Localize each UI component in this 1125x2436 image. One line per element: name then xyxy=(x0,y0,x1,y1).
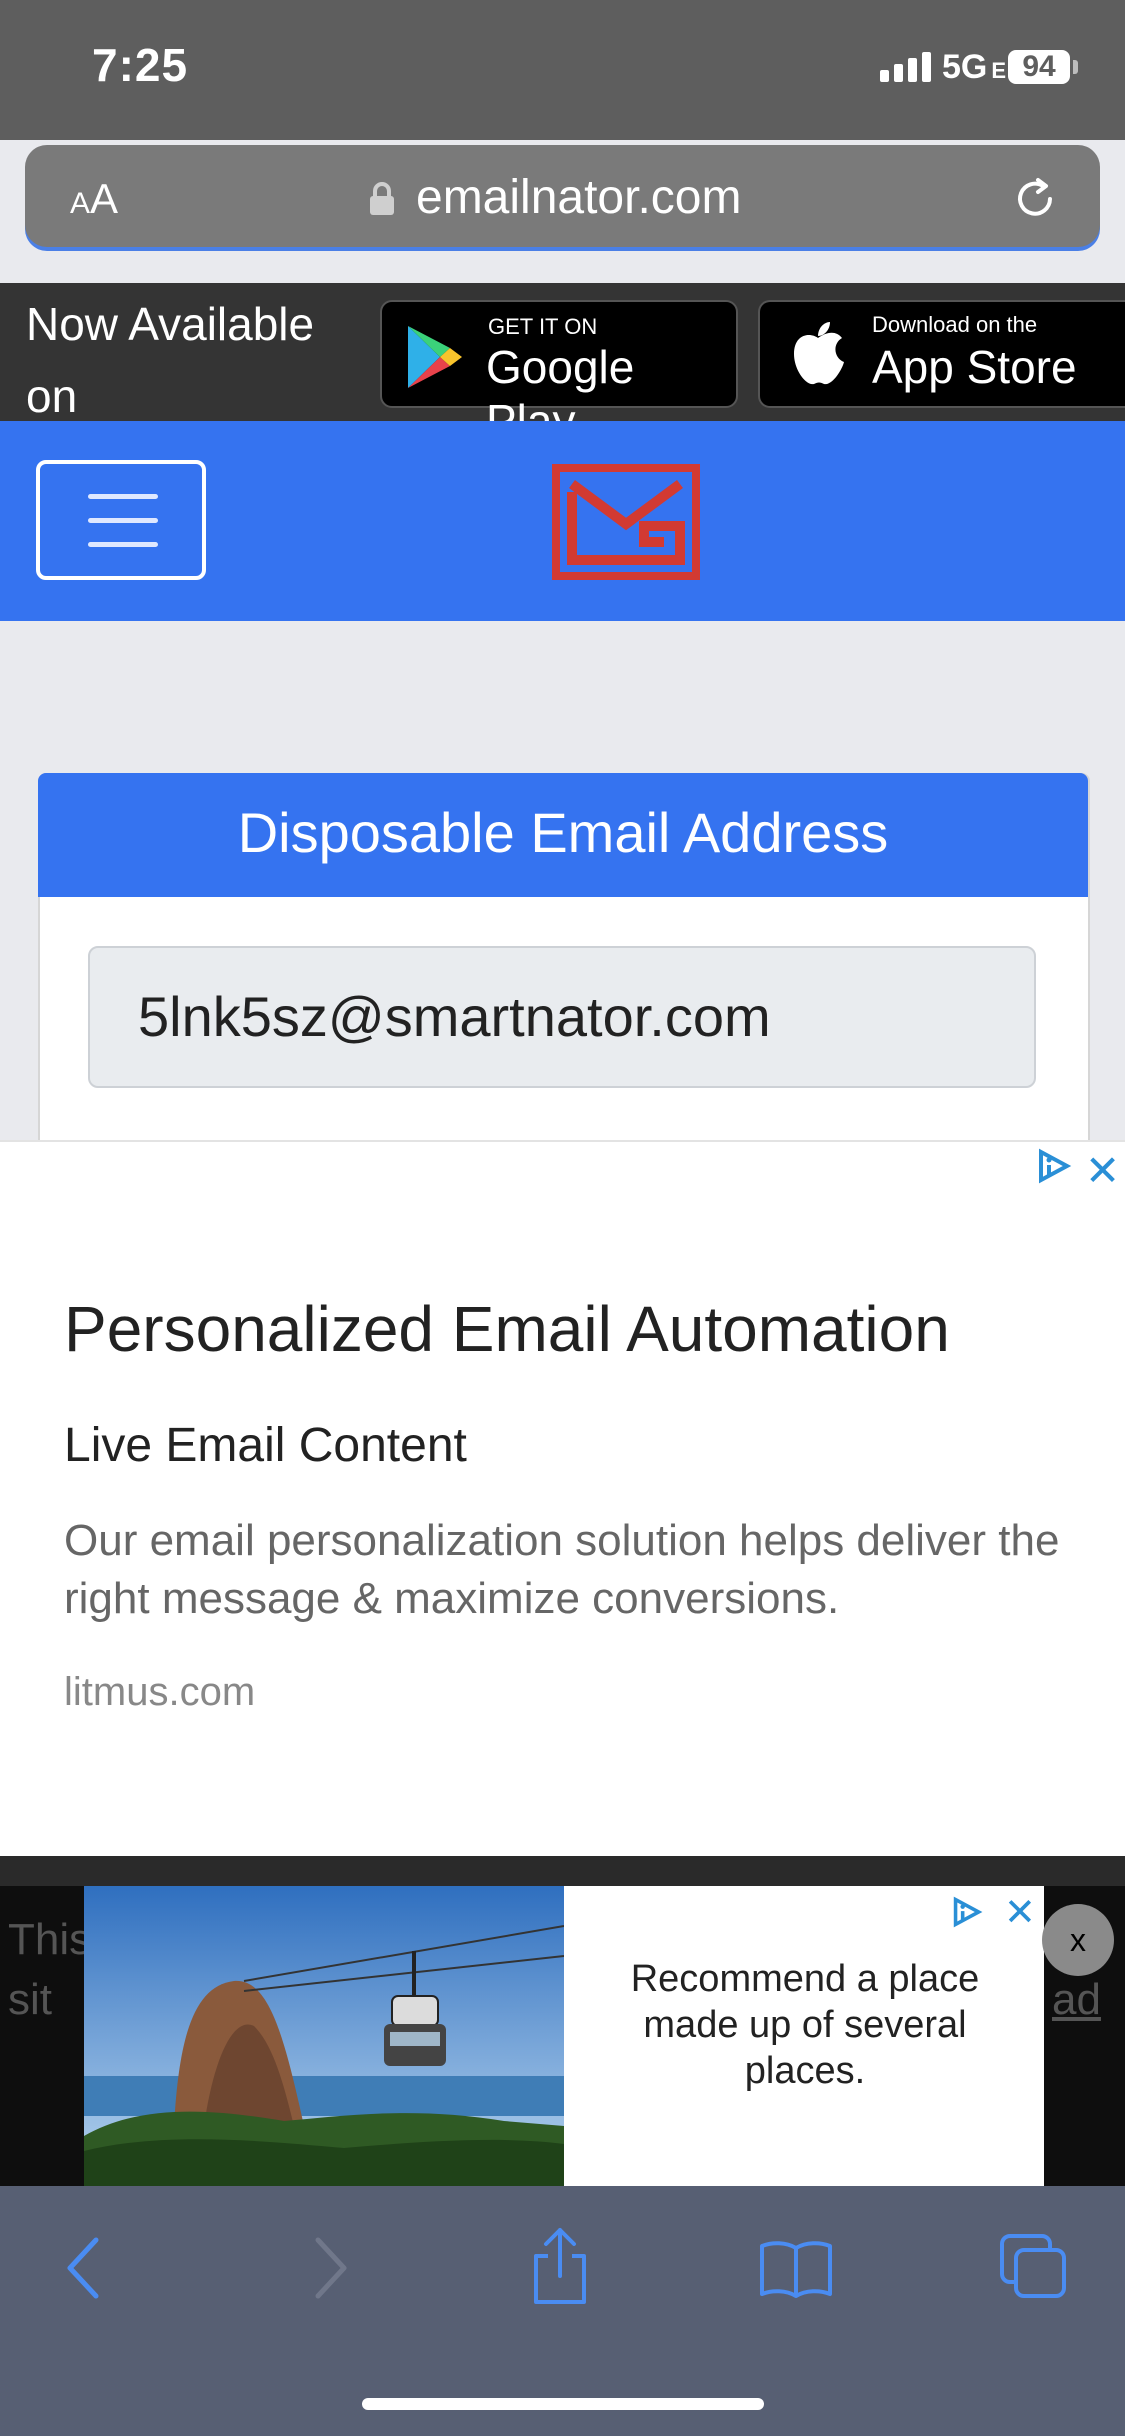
app-store-small: Download on the xyxy=(872,312,1038,337)
ad-close-icon[interactable]: ✕ xyxy=(1085,1146,1120,1195)
google-play-icon xyxy=(408,326,462,388)
share-icon[interactable] xyxy=(528,2226,592,2311)
battery-tip xyxy=(1073,60,1078,74)
url-text[interactable]: emailnator.com xyxy=(416,170,741,225)
menu-bar-icon xyxy=(88,518,158,523)
google-play-button[interactable]: GET IT ON Google Play xyxy=(380,300,738,447)
battery-icon: 94 xyxy=(1008,50,1070,84)
ad-domain[interactable]: litmus.com xyxy=(64,1670,255,1715)
app-store-big: App Store xyxy=(872,341,1077,393)
hamburger-menu-button[interactable] xyxy=(36,460,206,580)
forward-icon[interactable] xyxy=(310,2236,350,2305)
home-indicator[interactable] xyxy=(362,2398,764,2410)
cookie-notice-fragment-left: This sit xyxy=(8,1915,92,2024)
adchoices-icon[interactable] xyxy=(950,1896,986,1933)
text-size-button[interactable]: AA xyxy=(70,175,118,223)
menu-bar-icon xyxy=(88,542,158,547)
bookmarks-icon[interactable] xyxy=(758,2238,834,2303)
ad-subhead[interactable]: Live Email Content xyxy=(64,1418,467,1473)
signal-icon xyxy=(880,52,936,82)
reload-icon[interactable] xyxy=(1010,174,1060,229)
divider xyxy=(0,1856,1125,1886)
lock-icon xyxy=(368,182,396,221)
status-time: 7:25 xyxy=(92,39,189,91)
dismiss-overlay-button[interactable]: x xyxy=(1042,1904,1114,1976)
app-store-button[interactable]: Download on the App Store xyxy=(758,300,1125,408)
site-logo[interactable] xyxy=(552,464,700,585)
back-icon[interactable] xyxy=(64,2236,104,2305)
app-banner-text: Now Available on xyxy=(26,298,315,422)
card-title: Disposable Email Address xyxy=(237,801,889,864)
google-play-small: GET IT ON xyxy=(488,314,598,339)
tabs-icon[interactable] xyxy=(998,2232,1070,2307)
adchoices-icon[interactable] xyxy=(1035,1148,1075,1189)
ad-headline[interactable]: Personalized Email Automation xyxy=(64,1292,950,1366)
ad-image-sugarloaf-cable-car[interactable] xyxy=(84,1886,564,2186)
network-label: 5G E xyxy=(942,48,1007,86)
apple-icon xyxy=(794,322,844,385)
ad-banner[interactable] xyxy=(0,1140,1125,1858)
email-address-value[interactable]: 5lnk5sz@smartnator.com xyxy=(138,984,771,1049)
bottom-ad-text[interactable]: Recommend a place made up of several pla… xyxy=(620,1956,990,2094)
bottom-ad-close-icon[interactable]: ✕ xyxy=(1004,1890,1036,1935)
ad-body[interactable]: Our email personalization solution helps… xyxy=(64,1512,1074,1628)
menu-bar-icon xyxy=(88,494,158,499)
